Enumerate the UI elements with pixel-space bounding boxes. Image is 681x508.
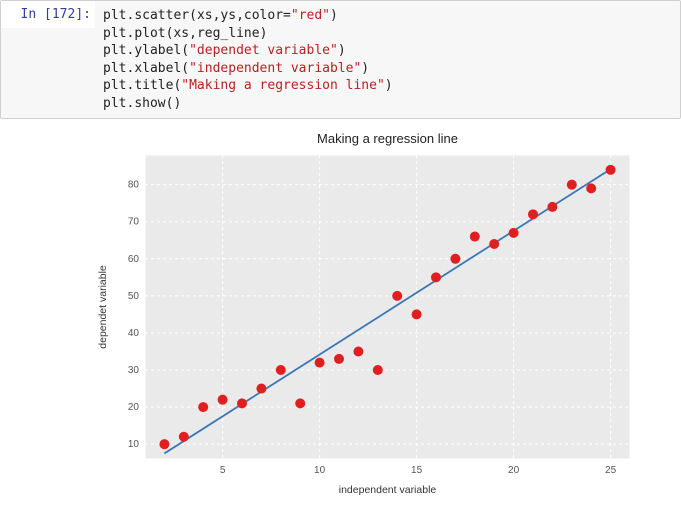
code-editor[interactable]: plt.scatter(xs,ys,color="red") plt.plot(…: [95, 1, 680, 118]
y-tick-label: 10: [128, 439, 140, 450]
y-tick-label: 40: [128, 328, 140, 339]
scatter-point: [586, 184, 596, 194]
output-area: Making a regression line 5 10 15 20 25 10 20 30 4…: [0, 119, 681, 499]
scatter-point: [567, 180, 577, 190]
input-prompt: In [172]:: [1, 1, 95, 28]
scatter-point: [470, 232, 480, 242]
chart-output: Making a regression line 5 10 15 20 25 10 20 30 4…: [90, 119, 681, 499]
scatter-point: [392, 291, 402, 301]
y-tick-label: 70: [128, 217, 140, 228]
y-tick-label: 60: [128, 254, 140, 265]
y-tick-label: 20: [128, 402, 140, 413]
scatter-point: [295, 399, 305, 409]
prompt-prefix: In [: [21, 7, 52, 22]
scatter-point: [528, 210, 538, 220]
x-axis-label: independent variable: [339, 484, 437, 496]
y-axis-label: dependet variable: [97, 265, 109, 349]
scatter-point: [334, 354, 344, 364]
scatter-point: [450, 254, 460, 264]
x-tick-label: 15: [411, 465, 423, 476]
scatter-point: [237, 399, 247, 409]
x-tick-label: 20: [508, 465, 520, 476]
plot-background: [145, 155, 630, 459]
scatter-point: [431, 273, 441, 283]
scatter-point: [489, 239, 499, 249]
x-tick-label: 5: [220, 465, 226, 476]
scatter-point: [373, 365, 383, 375]
scatter-point: [159, 439, 169, 449]
scatter-point: [606, 165, 616, 175]
scatter-point: [256, 384, 266, 394]
code-cell: In [172]: plt.scatter(xs,ys,color="red")…: [0, 0, 681, 119]
scatter-point: [198, 402, 208, 412]
scatter-point: [315, 358, 325, 368]
scatter-point: [179, 432, 189, 442]
y-tick-label: 80: [128, 180, 140, 191]
scatter-point: [412, 310, 422, 320]
x-tick-label: 10: [314, 465, 326, 476]
x-tick-label: 25: [605, 465, 617, 476]
scatter-point: [218, 395, 228, 405]
y-tick-label: 50: [128, 291, 140, 302]
scatter-point: [353, 347, 363, 357]
prompt-suffix: ]:: [75, 7, 91, 22]
output-gutter: [0, 119, 90, 499]
scatter-point: [509, 228, 519, 238]
y-tick-label: 30: [128, 365, 140, 376]
chart-title: Making a regression line: [317, 131, 458, 146]
exec-count: 172: [52, 7, 75, 22]
chart-svg: Making a regression line 5 10 15 20 25 10 20 30 4…: [90, 129, 645, 499]
scatter-point: [547, 202, 557, 212]
scatter-point: [276, 365, 286, 375]
